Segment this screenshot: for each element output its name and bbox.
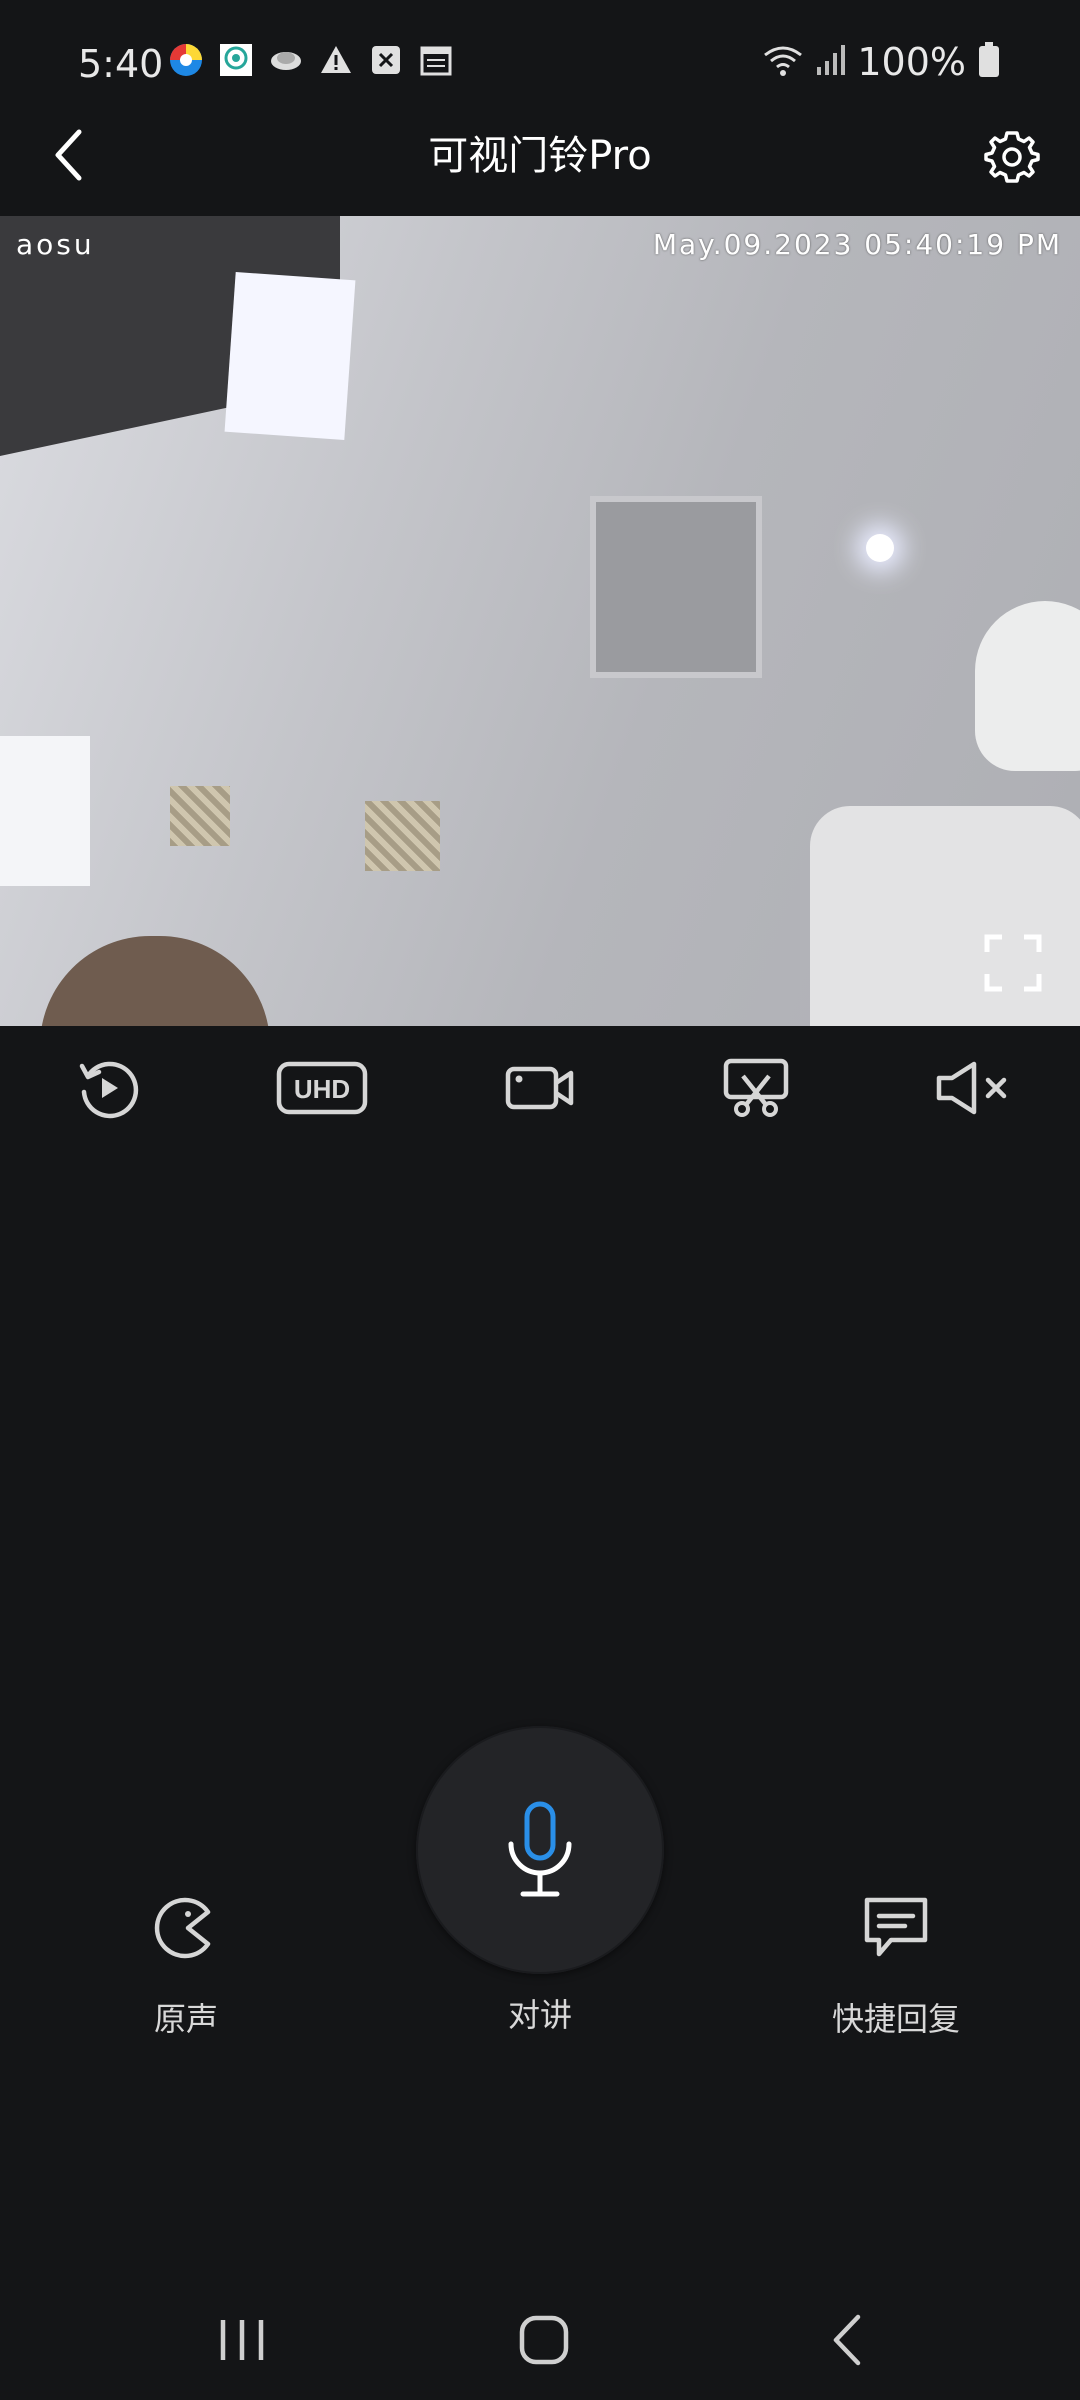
chrome-like-icon (168, 42, 204, 78)
robot-head (975, 601, 1080, 771)
ceiling-vent (590, 496, 762, 678)
video-toolbar: UHD (0, 1048, 1080, 1128)
playback-button[interactable] (58, 1048, 158, 1128)
battery-icon (978, 42, 1000, 82)
close-box-icon (368, 42, 404, 78)
screenshot-button[interactable] (706, 1048, 806, 1128)
air-vent (365, 801, 440, 871)
robot-body (810, 806, 1080, 1026)
person-head (40, 936, 270, 1026)
back-arrow-icon (833, 2314, 861, 2366)
fullscreen-button[interactable] (984, 934, 1042, 992)
uhd-icon: UHD (276, 1061, 368, 1115)
notification-icons (168, 42, 454, 78)
scissors-icon (723, 1058, 789, 1117)
cloud-icon (268, 42, 304, 78)
home-button[interactable] (504, 2300, 584, 2380)
warning-icon (318, 42, 354, 78)
record-button[interactable] (490, 1048, 590, 1128)
message-bubble-icon (846, 1894, 946, 1960)
page-title: 可视门铃Pro (428, 133, 652, 179)
gear-icon (984, 131, 1040, 183)
mute-button[interactable] (922, 1048, 1022, 1128)
recent-apps-button[interactable] (202, 2300, 282, 2380)
window-light (0, 736, 90, 886)
fullscreen-icon (984, 934, 1042, 992)
air-vent (170, 786, 230, 846)
home-icon (519, 2315, 569, 2365)
speaker-mute-icon (936, 1061, 1007, 1115)
video-timestamp: May.09.2023 05:40:19 PM (652, 228, 1062, 261)
svg-text:UHD: UHD (294, 1074, 350, 1104)
quick-reply-label: 快捷回复 (831, 2000, 960, 2038)
pacman-voice-icon (136, 1894, 236, 1962)
recent-apps-icon (220, 2320, 264, 2360)
signal-icon (815, 43, 846, 81)
history-play-icon (79, 1061, 139, 1119)
talk-label: 对讲 (507, 1996, 572, 2034)
microphone-icon (508, 1801, 572, 1897)
ceiling-light (224, 272, 356, 440)
quick-reply-button[interactable] (846, 1894, 946, 1960)
target-icon (218, 42, 254, 78)
wifi-icon (763, 43, 803, 81)
video-camera-icon (505, 1066, 574, 1110)
brand-watermark: aosu (16, 228, 95, 261)
battery-percent: 100% (857, 40, 966, 84)
status-time: 5:40 (78, 42, 164, 86)
video-feed[interactable]: aosu May.09.2023 05:40:19 PM (0, 216, 1080, 1026)
ceiling-lamp (866, 534, 894, 562)
quality-button[interactable]: UHD (272, 1048, 372, 1128)
voice-original-label: 原声 (153, 2000, 218, 2038)
calendar-icon (418, 42, 454, 78)
settings-button[interactable] (982, 124, 1042, 186)
talk-button[interactable] (416, 1726, 664, 1974)
voice-original-button[interactable] (136, 1894, 236, 1962)
status-right: 100% (763, 40, 1000, 84)
nav-back-button[interactable] (806, 2300, 886, 2380)
